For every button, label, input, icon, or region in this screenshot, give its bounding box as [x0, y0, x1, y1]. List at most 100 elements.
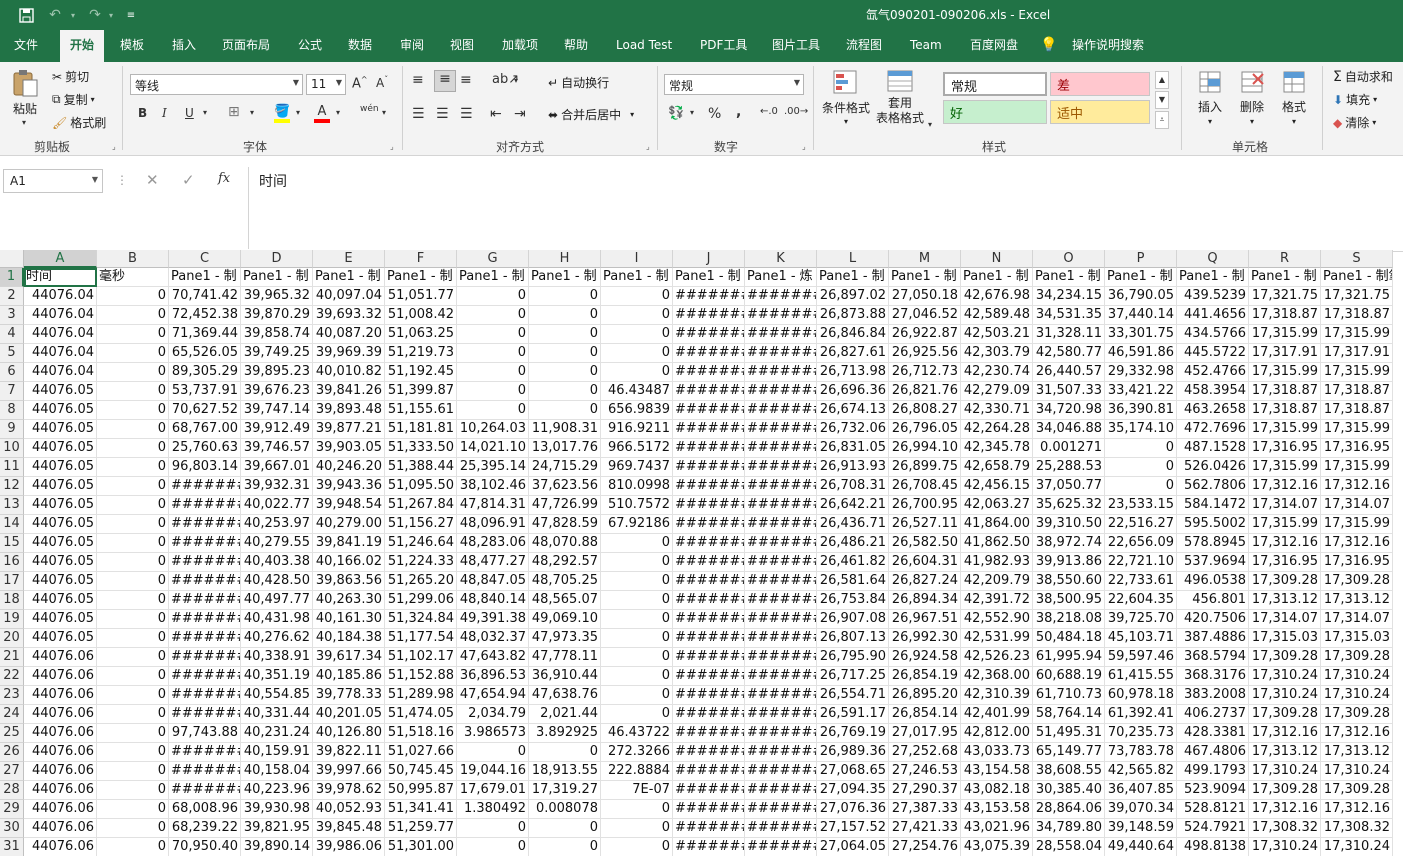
row-header[interactable]: 29	[0, 800, 24, 819]
grid-cell[interactable]: 26,895.20	[889, 686, 961, 705]
delete-cells-button[interactable]: 删除 ▾	[1238, 68, 1266, 126]
grid-cell[interactable]: 39,746.57	[241, 439, 313, 458]
styles-scroll-up-icon[interactable]: ▲	[1155, 71, 1169, 89]
increase-decimal-icon[interactable]: ←.0	[760, 106, 778, 117]
grid-cell[interactable]: 41,864.00	[961, 515, 1033, 534]
grid-cell[interactable]: 19,044.16	[457, 762, 529, 781]
grid-cell[interactable]: 46,591.86	[1105, 344, 1177, 363]
grid-cell[interactable]: 17,317.91	[1321, 344, 1393, 363]
grid-cell[interactable]: 17,318.87	[1321, 382, 1393, 401]
grid-cell[interactable]: 48,705.25	[529, 572, 601, 591]
grid-cell[interactable]: #######	[745, 534, 817, 553]
grid-cell[interactable]: 17,315.99	[1321, 420, 1393, 439]
grid-cell[interactable]: 17,315.99	[1249, 515, 1321, 534]
grid-cell[interactable]: 40,403.38	[241, 553, 313, 572]
grid-cell[interactable]: 34,531.35	[1033, 306, 1105, 325]
grid-cell[interactable]: 47,654.94	[457, 686, 529, 705]
column-header[interactable]: B	[97, 250, 169, 268]
grid-cell[interactable]: 43,153.58	[961, 800, 1033, 819]
align-top-icon[interactable]: ≡	[412, 72, 424, 88]
grid-cell[interactable]: 48,840.14	[457, 591, 529, 610]
grid-cell[interactable]: 39,943.36	[313, 477, 385, 496]
grid-cell[interactable]: 0	[97, 781, 169, 800]
row-header[interactable]: 19	[0, 610, 24, 629]
grid-cell[interactable]: 0	[529, 401, 601, 420]
grid-cell[interactable]: 44076.05	[24, 401, 97, 420]
increase-indent-icon[interactable]: ⇥	[514, 106, 526, 122]
grid-cell[interactable]: 72,452.38	[169, 306, 241, 325]
grid-cell[interactable]: 51,341.41	[385, 800, 457, 819]
orientation-dropdown-icon[interactable]: ▾	[514, 76, 518, 85]
grid-cell[interactable]: 42,279.09	[961, 382, 1033, 401]
grid-cell[interactable]: 0	[457, 382, 529, 401]
grid-cell[interactable]: 26,732.06	[817, 420, 889, 439]
row-header[interactable]: 2	[0, 287, 24, 306]
grid-cell[interactable]: 42,531.99	[961, 629, 1033, 648]
select-all-corner[interactable]	[0, 250, 24, 268]
grid-cell[interactable]: 584.1472	[1177, 496, 1249, 515]
grid-cell[interactable]: 17,315.99	[1249, 363, 1321, 382]
grid-cell[interactable]: #######	[673, 458, 745, 477]
column-header[interactable]: R	[1249, 250, 1321, 268]
grid-cell[interactable]: 26,642.21	[817, 496, 889, 515]
font-color-dropdown-icon[interactable]: ▾	[336, 108, 340, 117]
grid-cell[interactable]: 222.8884	[601, 762, 673, 781]
grid-cell[interactable]: 40,338.91	[241, 648, 313, 667]
grid-cell[interactable]: 51,095.50	[385, 477, 457, 496]
grid-cell[interactable]: 26,696.36	[817, 382, 889, 401]
row-header[interactable]: 17	[0, 572, 24, 591]
grid-cell[interactable]: 22,516.27	[1105, 515, 1177, 534]
grid-cell[interactable]: 0	[601, 819, 673, 838]
grid-cell[interactable]: #######	[745, 344, 817, 363]
grow-font-icon[interactable]: A^	[352, 75, 368, 91]
grid-cell[interactable]: 40,351.19	[241, 667, 313, 686]
grid-cell[interactable]: 595.5002	[1177, 515, 1249, 534]
grid-cell[interactable]: 26,769.19	[817, 724, 889, 743]
grid-cell[interactable]: 39,841.26	[313, 382, 385, 401]
grid-cell[interactable]: 61,392.41	[1105, 705, 1177, 724]
grid-cell[interactable]: 29,332.98	[1105, 363, 1177, 382]
grid-cell[interactable]: 17,315.99	[1321, 458, 1393, 477]
paste-dropdown-icon[interactable]: ▾	[22, 118, 26, 127]
grid-cell[interactable]: 40,087.20	[313, 325, 385, 344]
grid-cell[interactable]: 70,235.73	[1105, 724, 1177, 743]
grid-cell[interactable]: 0	[601, 325, 673, 344]
grid-cell[interactable]: 61,995.94	[1033, 648, 1105, 667]
grid-cell[interactable]: 39,749.25	[241, 344, 313, 363]
grid-cell[interactable]: 0	[457, 344, 529, 363]
grid-cell[interactable]: 39,667.01	[241, 458, 313, 477]
grid-cell[interactable]: 44076.06	[24, 838, 97, 856]
grid-cell[interactable]: 44076.04	[24, 306, 97, 325]
row-header[interactable]: 23	[0, 686, 24, 705]
copy-dropdown-icon[interactable]: ▾	[91, 95, 95, 104]
grid-cell[interactable]: 578.8945	[1177, 534, 1249, 553]
grid-cell[interactable]: 26,994.10	[889, 439, 961, 458]
grid-cell[interactable]: 439.5239	[1177, 287, 1249, 306]
grid-cell[interactable]: 17,315.99	[1321, 515, 1393, 534]
grid-cell[interactable]: 42,303.79	[961, 344, 1033, 363]
grid-cell[interactable]: 40,158.04	[241, 762, 313, 781]
column-header[interactable]: A	[24, 250, 97, 268]
grid-cell[interactable]: 44076.05	[24, 439, 97, 458]
fill-dropdown-icon[interactable]: ▾	[296, 108, 300, 117]
grid-cell[interactable]: 33,421.22	[1105, 382, 1177, 401]
grid-cell[interactable]: 11,908.31	[529, 420, 601, 439]
grid-cell[interactable]: 0	[529, 325, 601, 344]
grid-cell[interactable]: 44076.06	[24, 667, 97, 686]
grid-cell[interactable]: 47,828.59	[529, 515, 601, 534]
column-header[interactable]: S	[1321, 250, 1393, 268]
grid-cell[interactable]: 40,185.86	[313, 667, 385, 686]
grid-cell[interactable]: 17,309.28	[1249, 572, 1321, 591]
grid-cell[interactable]: #######	[673, 819, 745, 838]
grid-cell[interactable]: #######	[673, 610, 745, 629]
row-header[interactable]: 6	[0, 363, 24, 382]
grid-cell[interactable]: 0	[97, 667, 169, 686]
grid-cell[interactable]: 44076.04	[24, 325, 97, 344]
grid-cell[interactable]: 17,310.24	[1249, 838, 1321, 856]
font-name-select[interactable]: 等线 ▼	[130, 74, 303, 95]
grid-cell[interactable]: 48,292.57	[529, 553, 601, 572]
grid-cell[interactable]: 51,265.20	[385, 572, 457, 591]
border-icon[interactable]: ⊞	[228, 104, 240, 120]
row-header[interactable]: 3	[0, 306, 24, 325]
style-normal[interactable]: 常规	[943, 72, 1047, 96]
